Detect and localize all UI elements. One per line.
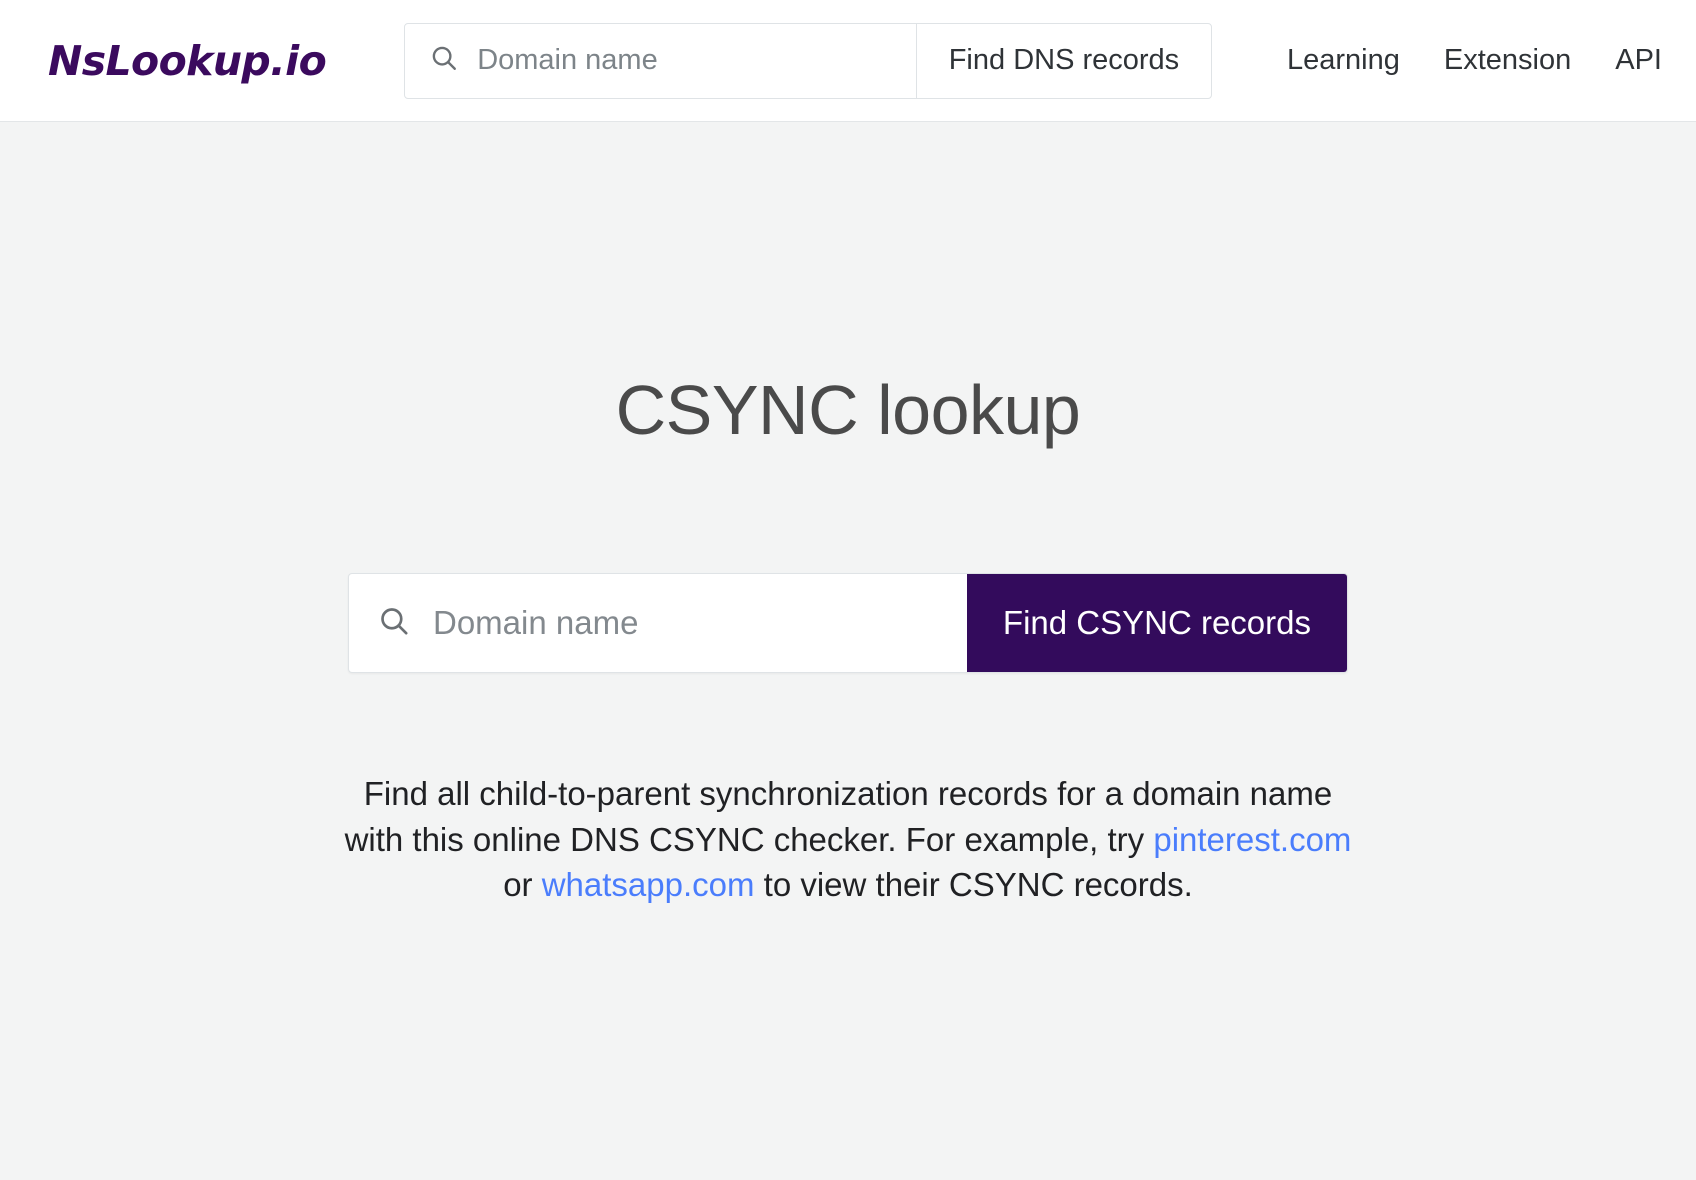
- description-part-2: or: [503, 866, 542, 903]
- search-icon: [377, 604, 411, 643]
- header-search-input[interactable]: [477, 44, 892, 77]
- main-content: CSYNC lookup Find CSYNC records Find all…: [0, 122, 1696, 1180]
- main-navigation: Learning Extension API: [1247, 44, 1662, 77]
- nav-item-api[interactable]: API: [1615, 44, 1662, 77]
- nav-item-extension[interactable]: Extension: [1444, 44, 1571, 77]
- description-part-3: to view their CSYNC records.: [754, 866, 1192, 903]
- header-search-field[interactable]: [405, 24, 917, 98]
- brand-logo[interactable]: NsLookup.io: [48, 37, 326, 85]
- description-text: Find all child-to-parent synchronization…: [343, 771, 1353, 908]
- domain-name-field[interactable]: [349, 574, 967, 672]
- domain-name-input[interactable]: [433, 604, 939, 642]
- csync-lookup-form: Find CSYNC records: [348, 573, 1348, 673]
- find-dns-records-button[interactable]: Find DNS records: [917, 24, 1211, 98]
- header-search-form: Find DNS records: [404, 23, 1212, 99]
- example-link-whatsapp[interactable]: whatsapp.com: [542, 866, 755, 903]
- search-icon: [429, 43, 459, 78]
- example-link-pinterest[interactable]: pinterest.com: [1153, 821, 1351, 858]
- page-title: CSYNC lookup: [0, 122, 1696, 450]
- find-csync-records-button[interactable]: Find CSYNC records: [967, 574, 1347, 672]
- nav-item-learning[interactable]: Learning: [1287, 44, 1400, 77]
- site-header: NsLookup.io Find DNS records Learning Ex…: [0, 0, 1696, 122]
